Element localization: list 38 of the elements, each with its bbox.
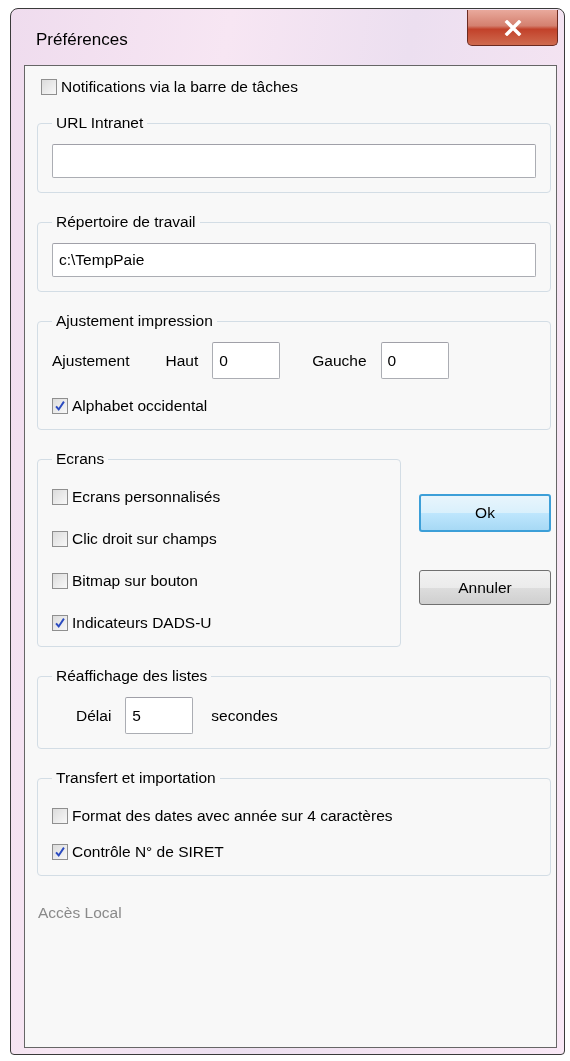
checkbox[interactable]	[41, 79, 57, 95]
close-icon	[503, 19, 522, 36]
group-title: Ecrans	[55, 450, 106, 468]
checkbox[interactable]	[52, 844, 68, 860]
checkbox-label: Indicateurs DADS-U	[72, 614, 212, 632]
checkbox-label: Notifications via la barre de tâches	[61, 78, 298, 96]
checkbox[interactable]	[52, 531, 68, 547]
group-title: Transfert et importation	[55, 769, 217, 787]
checkbox-label: Ecrans personnalisés	[72, 488, 221, 506]
ok-button[interactable]: Ok	[419, 494, 551, 532]
text-field[interactable]: 0	[212, 342, 281, 379]
text-field[interactable]: 5	[125, 697, 194, 734]
window-title: Préférences	[36, 30, 128, 50]
checkbox[interactable]	[52, 808, 68, 824]
group-title: Répertoire de travail	[55, 213, 197, 231]
checkbox-label: Alphabet occidental	[72, 397, 208, 415]
field-label: Ajustement	[52, 351, 130, 370]
checkbox-label: Bitmap sur bouton	[72, 572, 198, 590]
close-button[interactable]	[467, 10, 558, 46]
status-text: Accès Local	[38, 904, 123, 922]
checkbox-label: Clic droit sur champs	[72, 530, 217, 548]
group-title: Réaffichage des listes	[55, 667, 209, 685]
cancel-button[interactable]: Annuler	[419, 570, 551, 605]
field-label: secondes	[211, 706, 278, 725]
text-field[interactable]: 0	[380, 342, 449, 379]
group-title: Ajustement impression	[55, 312, 214, 330]
text-field[interactable]	[52, 144, 536, 178]
checkbox[interactable]	[52, 489, 68, 505]
checkbox[interactable]	[52, 573, 68, 589]
text-field[interactable]: c:\TempPaie	[52, 243, 536, 277]
field-label: Gauche	[312, 351, 367, 370]
checkbox-label: Format des dates avec année sur 4 caractères	[72, 807, 393, 825]
group-title: URL Intranet	[55, 114, 145, 132]
checkbox-label: Contrôle N° de SIRET	[72, 843, 224, 861]
field-label: Haut	[165, 351, 199, 370]
checkbox[interactable]	[52, 615, 68, 631]
field-label: Délai	[76, 706, 112, 725]
checkbox[interactable]	[52, 398, 68, 414]
